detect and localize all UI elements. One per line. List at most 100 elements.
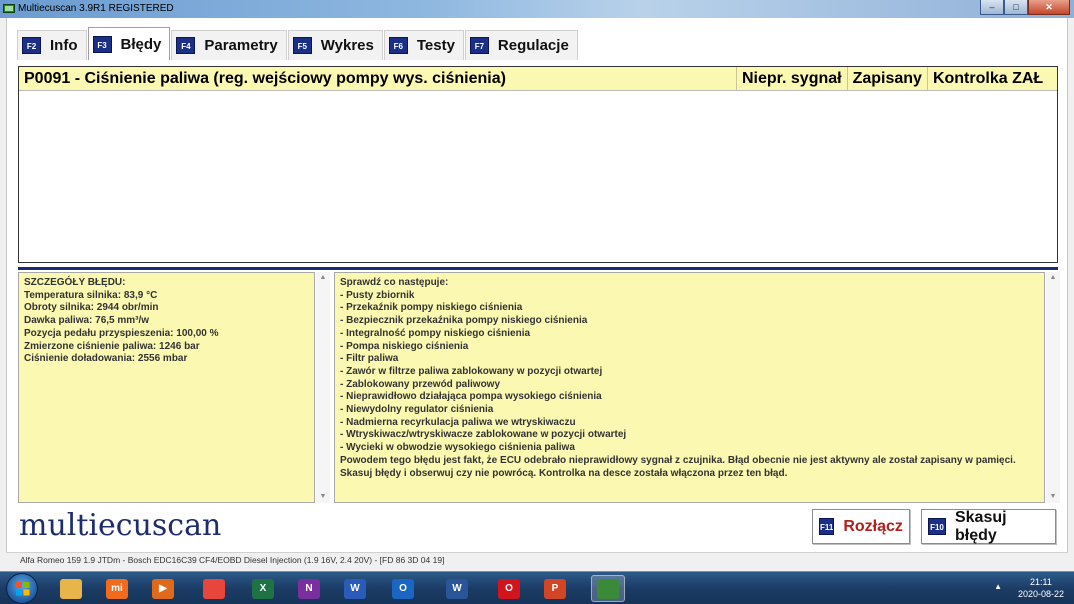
maximize-button[interactable]: □ bbox=[1004, 0, 1028, 15]
fkey-badge: F6 bbox=[388, 37, 408, 54]
word-icon: W bbox=[446, 578, 468, 599]
opera-icon: O bbox=[498, 578, 520, 599]
check-item: - Filtr paliwa bbox=[340, 353, 399, 365]
fkey-badge: F2 bbox=[22, 37, 41, 54]
check-item: - Przekaźnik pompy niskiego ciśnienia bbox=[340, 302, 523, 314]
window-controls: – □ ✕ bbox=[980, 0, 1070, 17]
chrome-icon bbox=[203, 578, 225, 599]
tab-parametry[interactable]: F4 Parametry bbox=[171, 30, 287, 60]
main-window: F2 Info F3 Błędy F4 Parametry F5 Wykres … bbox=[6, 18, 1068, 568]
checks-panel: Sprawdź co następuje: - Pusty zbiornik -… bbox=[334, 272, 1045, 503]
excel-icon: X bbox=[252, 578, 274, 599]
multiecuscan-taskbar-button[interactable] bbox=[591, 575, 625, 602]
tab-label: Parametry bbox=[204, 37, 278, 54]
error-stored-column: Zapisany bbox=[846, 67, 927, 90]
word-blue-taskbar-button[interactable]: W bbox=[338, 575, 372, 602]
tab-bar: F2 Info F3 Błędy F4 Parametry F5 Wykres … bbox=[17, 26, 579, 60]
fkey-badge: F7 bbox=[469, 37, 489, 54]
error-lamp-column: Kontrolka ZAŁ bbox=[926, 67, 1048, 90]
word-taskbar-button[interactable]: W bbox=[440, 575, 474, 602]
explorer-icon bbox=[60, 578, 82, 599]
check-item: - Pusty zbiornik bbox=[340, 289, 415, 301]
check-item: - Wycieki w obwodzie wysokiego ciśnienia… bbox=[340, 442, 575, 454]
error-details-panel: SZCZEGÓŁY BŁĘDU: Temperatura silnika: 83… bbox=[18, 272, 315, 503]
outlook-icon: O bbox=[392, 578, 414, 599]
check-item: - Zawór w filtrze paliwa zablokowany w p… bbox=[340, 365, 603, 377]
app-icon bbox=[3, 4, 15, 13]
tab-testy[interactable]: F6 Testy bbox=[383, 30, 464, 60]
tab-label: Błędy bbox=[120, 35, 162, 53]
check-item: - Niewydolny regulator ciśnienia bbox=[340, 404, 494, 416]
status-bar: Alfa Romeo 159 1.9 JTDm - Bosch EDC16C39… bbox=[6, 552, 1068, 568]
fkey-badge: F3 bbox=[92, 35, 112, 53]
check-item: - Wtryskiwacz/wtryskiwacze zablokowane w… bbox=[340, 429, 627, 441]
error-list: P0091 - Ciśnienie paliwa (reg. wejściowy… bbox=[18, 66, 1058, 263]
checks-heading: Sprawdź co następuje: bbox=[340, 277, 449, 288]
mi-icon: mi bbox=[106, 578, 128, 599]
tab-label: Info bbox=[50, 37, 78, 54]
excel-taskbar-button[interactable]: X bbox=[246, 575, 280, 602]
detail-line: Temperatura silnika: 83,9 °C bbox=[24, 289, 158, 301]
scroll-down-icon[interactable]: ▼ bbox=[316, 491, 330, 503]
taskbar: mi ▶ X N W O W O P ▲ 21:11 2020-08-22 bbox=[0, 571, 1074, 604]
detail-line: Pozycja pedału przyspieszenia: 100,00 % bbox=[24, 327, 219, 339]
check-item: - Pompa niskiego ciśnienia bbox=[340, 340, 469, 352]
word-blue-icon: W bbox=[344, 578, 366, 599]
detail-line: Obroty silnika: 2944 obr/min bbox=[24, 302, 159, 314]
fkey-badge: F5 bbox=[292, 37, 312, 54]
explorer-taskbar-button[interactable] bbox=[54, 575, 88, 602]
disconnect-button[interactable]: F11 Rozłącz bbox=[812, 509, 910, 544]
windows-logo-icon bbox=[16, 582, 30, 596]
tab-info[interactable]: F2 Info bbox=[17, 30, 87, 60]
fault-explanation: Powodem tego błędu jest fakt, że ECU ode… bbox=[340, 454, 1016, 479]
tab-label: Testy bbox=[416, 37, 455, 54]
onenote-icon: N bbox=[298, 578, 320, 599]
check-item: - Nadmierna recyrkulacja paliwa we wtrys… bbox=[340, 416, 576, 428]
error-code-description[interactable]: P0091 - Ciśnienie paliwa (reg. wejściowy… bbox=[19, 67, 736, 90]
clock[interactable]: 21:11 2020-08-22 bbox=[1018, 576, 1064, 600]
title-bar: Multiecuscan 3.9R1 REGISTERED – □ ✕ bbox=[0, 0, 1074, 18]
details-scrollbar[interactable]: ▲ ▼ bbox=[316, 272, 330, 503]
powerpoint-taskbar-button[interactable]: P bbox=[538, 575, 572, 602]
check-item: - Bezpiecznik przekaźnika pompy niskiego… bbox=[340, 315, 588, 327]
opera-taskbar-button[interactable]: O bbox=[492, 575, 526, 602]
tab-label: Wykres bbox=[320, 37, 374, 54]
tab-regulacje[interactable]: F7 Regulacje bbox=[464, 30, 578, 60]
media-taskbar-button[interactable]: ▶ bbox=[146, 575, 180, 602]
start-button[interactable] bbox=[6, 573, 38, 604]
outlook-taskbar-button[interactable]: O bbox=[386, 575, 420, 602]
clock-date: 2020-08-22 bbox=[1017, 589, 1064, 599]
clear-errors-label: Skasuj błędy bbox=[954, 508, 1007, 544]
tray-expand-icon[interactable]: ▲ bbox=[994, 582, 1002, 591]
close-button[interactable]: ✕ bbox=[1028, 0, 1070, 15]
disconnect-label: Rozłącz bbox=[843, 517, 903, 535]
error-row[interactable]: P0091 - Ciśnienie paliwa (reg. wejściowy… bbox=[19, 67, 1057, 91]
detail-line: Dawka paliwa: 76,5 mm³/w bbox=[24, 315, 150, 327]
fkey-badge: F4 bbox=[176, 37, 196, 54]
error-signal-column: Niepr. sygnał bbox=[736, 67, 847, 90]
minimize-button[interactable]: – bbox=[980, 0, 1004, 15]
powerpoint-icon: P bbox=[544, 578, 566, 599]
tab-wykres[interactable]: F5 Wykres bbox=[287, 30, 383, 60]
checks-scrollbar[interactable]: ▲ ▼ bbox=[1046, 272, 1060, 503]
scroll-up-icon[interactable]: ▲ bbox=[316, 272, 330, 284]
check-item: - Zablokowany przewód paliwowy bbox=[340, 378, 501, 390]
multiecuscan-icon bbox=[597, 578, 619, 599]
window-title: Multiecuscan 3.9R1 REGISTERED bbox=[18, 3, 174, 14]
multiecuscan-logo: multiecuscan bbox=[19, 508, 222, 543]
chrome-taskbar-button[interactable] bbox=[197, 575, 231, 602]
detail-line: Zmierzone ciśnienie paliwa: 1246 bar bbox=[24, 340, 200, 352]
tab-label: Regulacje bbox=[497, 37, 569, 54]
media-icon: ▶ bbox=[152, 578, 174, 599]
onenote-taskbar-button[interactable]: N bbox=[292, 575, 326, 602]
section-divider bbox=[18, 267, 1058, 270]
scroll-down-icon[interactable]: ▼ bbox=[1046, 491, 1060, 503]
check-item: - Nieprawidłowo działająca pompa wysokie… bbox=[340, 391, 602, 403]
fkey-badge: F11 bbox=[819, 518, 835, 535]
tab-bledy[interactable]: F3 Błędy bbox=[87, 27, 171, 60]
clear-errors-button[interactable]: F10 Skasuj błędy bbox=[921, 509, 1056, 544]
clock-time: 21:11 bbox=[1030, 577, 1052, 587]
details-heading: SZCZEGÓŁY BŁĘDU: bbox=[24, 277, 126, 288]
scroll-up-icon[interactable]: ▲ bbox=[1046, 272, 1060, 284]
mi-taskbar-button[interactable]: mi bbox=[100, 575, 134, 602]
